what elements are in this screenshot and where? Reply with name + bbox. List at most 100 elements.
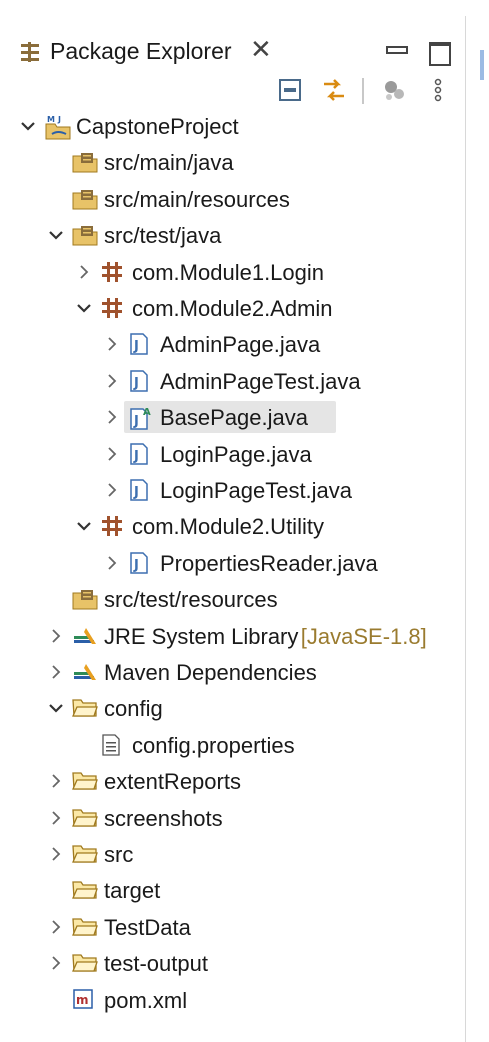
tree-item[interactable]: JRE System Library [JavaSE-1.8] — [0, 618, 465, 654]
chevron-right-icon[interactable] — [102, 371, 122, 391]
tree-item[interactable]: Maven Dependencies — [0, 654, 465, 690]
tree-item-decoration: [JavaSE-1.8] — [300, 623, 427, 649]
tree-item-label: src/main/java — [104, 150, 234, 176]
tree-item[interactable]: J AdminPageTest.java — [0, 363, 465, 399]
chevron-right-icon[interactable] — [102, 334, 122, 354]
library-icon — [72, 624, 96, 648]
tree-item-label: src — [104, 842, 134, 867]
tree-item[interactable]: com.Module2.Utility — [0, 508, 465, 544]
view-menu-icon[interactable] — [424, 76, 452, 104]
chevron-right-icon[interactable] — [46, 953, 66, 973]
chevron-down-icon[interactable] — [46, 698, 66, 718]
text-file-icon — [100, 733, 124, 757]
svg-text:J: J — [133, 449, 139, 464]
chevron-down-icon[interactable] — [74, 516, 94, 536]
chevron-right-icon[interactable] — [46, 771, 66, 791]
java-project-icon: MJ — [44, 114, 71, 140]
chevron-right-icon[interactable] — [102, 480, 122, 500]
view-divider — [465, 16, 466, 1042]
folder-icon — [71, 915, 98, 939]
tree-item[interactable]: com.Module1.Login — [0, 254, 465, 290]
package-icon — [100, 514, 124, 538]
tree-item-label: CapstoneProject — [76, 114, 239, 139]
chevron-right-icon[interactable] — [46, 662, 66, 682]
tree-item[interactable]: J A BasePage.java — [0, 399, 465, 435]
tree-item-label: LoginPage.java — [160, 441, 312, 467]
tree-item[interactable]: J PropertiesReader.java — [0, 545, 465, 581]
java-file-icon: J — [128, 442, 152, 466]
tree-item[interactable]: target — [0, 872, 465, 908]
tree-item[interactable]: M J CapstoneProject — [0, 108, 465, 144]
tree-item[interactable]: J AdminPage.java — [0, 326, 465, 362]
tree-item-label: pom.xml — [104, 987, 188, 1013]
chevron-right-icon[interactable] — [46, 844, 66, 864]
tree-item[interactable]: config — [0, 690, 465, 726]
tree-item[interactable]: TestData — [0, 909, 465, 945]
source-folder-icon — [72, 223, 98, 247]
tree-item[interactable]: config.properties — [0, 727, 465, 763]
svg-text:J: J — [133, 414, 139, 429]
tree-item[interactable]: m pom.xml — [0, 982, 465, 1018]
tree-item-label: config — [104, 696, 163, 722]
tree-item-label: src/test/resources — [104, 587, 278, 613]
chevron-right-icon[interactable] — [46, 626, 66, 646]
folder-icon — [71, 806, 98, 830]
svg-text:J: J — [133, 376, 139, 391]
cropped-heading-strip — [0, 0, 489, 16]
tree-item[interactable]: extentReports — [0, 763, 465, 799]
tree-item[interactable]: J LoginPage.java — [0, 436, 465, 472]
tree-item-label: LoginPageTest.java — [160, 478, 353, 503]
chevron-right-icon[interactable] — [46, 917, 66, 937]
tree-item-label: com.Module1.Login — [132, 259, 325, 285]
tree-item[interactable]: src/test/java — [0, 217, 465, 253]
package-icon — [100, 296, 124, 320]
package-explorer-tab[interactable]: Package Explorer ✕ — [0, 16, 465, 66]
chevron-right-icon[interactable] — [102, 553, 122, 573]
view-title: Package Explorer — [50, 38, 232, 64]
tree-item[interactable]: J LoginPageTest.java — [0, 472, 465, 508]
java-file-icon: J — [128, 369, 152, 393]
minimize-icon[interactable] — [380, 38, 410, 62]
folder-icon — [71, 842, 98, 866]
chevron-right-icon[interactable] — [74, 262, 94, 282]
package-explorer-icon — [20, 42, 40, 62]
package-icon — [100, 260, 124, 284]
toolbar-separator — [362, 78, 364, 104]
chevron-down-icon[interactable] — [18, 116, 38, 136]
link-with-editor-icon[interactable] — [320, 76, 348, 104]
folder-icon — [71, 878, 98, 902]
folder-icon — [71, 696, 98, 720]
chevron-right-icon[interactable] — [46, 808, 66, 828]
chevron-right-icon[interactable] — [102, 444, 122, 464]
tree-item-label: com.Module2.Utility — [132, 514, 324, 540]
chevron-down-icon[interactable] — [74, 298, 94, 318]
view-toolbar — [0, 70, 465, 110]
chevron-down-icon[interactable] — [46, 225, 66, 245]
collapse-all-icon[interactable] — [276, 76, 304, 104]
tree-item[interactable]: src/main/resources — [0, 181, 465, 217]
tree-item-label: AdminPageTest.java — [160, 368, 361, 394]
tree-item[interactable]: src/test/resources — [0, 581, 465, 617]
java-file-icon: J — [128, 332, 152, 356]
tree-item[interactable]: com.Module2.Admin — [0, 290, 465, 326]
svg-text:J: J — [133, 339, 139, 354]
tree-item-label: com.Module2.Admin — [132, 296, 333, 321]
tree-item[interactable]: test-output — [0, 945, 465, 981]
tree-item[interactable]: src — [0, 836, 465, 872]
java-file-icon: J — [128, 551, 152, 575]
tree-item-label: Maven Dependencies — [104, 660, 317, 685]
tree-item[interactable]: src/main/java — [0, 144, 465, 180]
chevron-right-icon[interactable] — [102, 407, 122, 427]
tree-item-label: extentReports — [104, 769, 241, 795]
close-icon[interactable]: ✕ — [250, 36, 272, 62]
abstract-java-file-icon: JA — [128, 405, 152, 430]
tree-item-label: src/main/resources — [104, 186, 290, 212]
tree-item-label: PropertiesReader.java — [160, 550, 378, 576]
focus-active-task-icon[interactable] — [380, 76, 408, 104]
tree-item-label: AdminPage.java — [160, 332, 321, 358]
tree-item-label: config.properties — [132, 732, 295, 758]
maximize-icon[interactable] — [424, 38, 452, 66]
tree-item-label: src/test/java — [104, 223, 222, 249]
svg-text:J: J — [133, 485, 139, 500]
tree-item[interactable]: screenshots — [0, 800, 465, 836]
